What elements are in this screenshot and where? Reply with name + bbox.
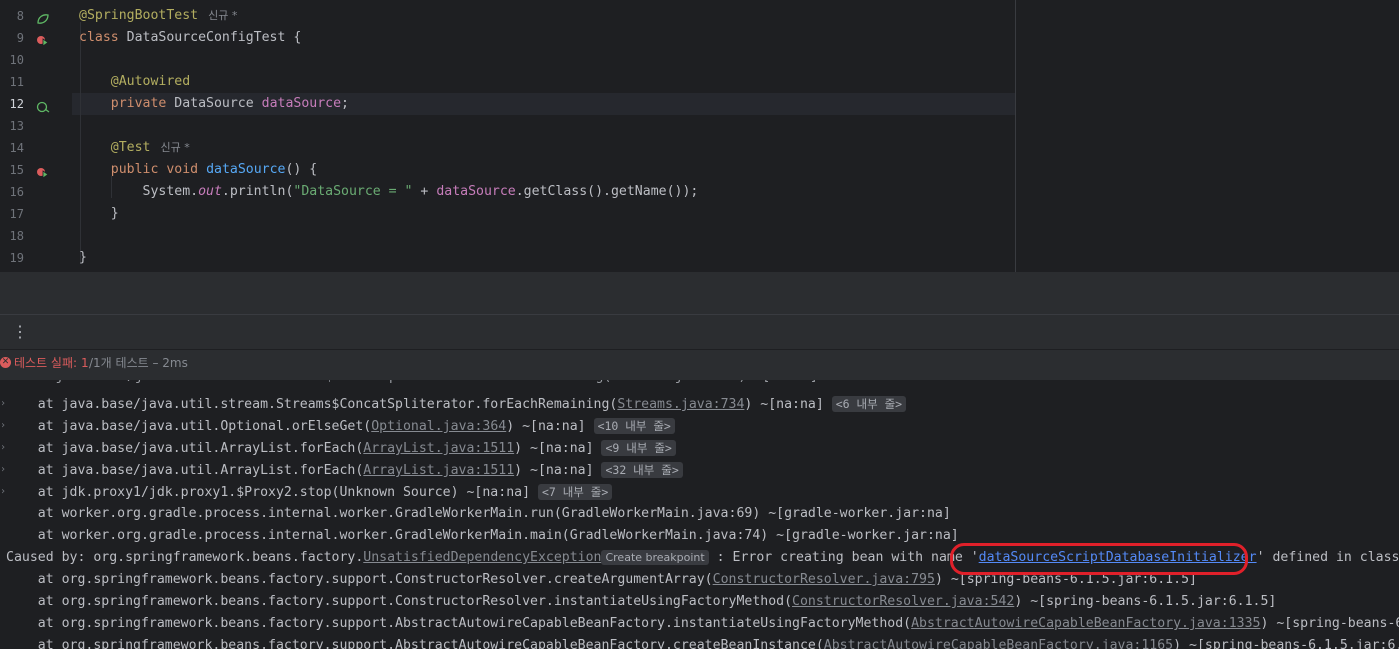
line-number: 9: [16, 31, 24, 45]
panel-divider: [0, 272, 1399, 315]
line-number: 13: [9, 119, 24, 133]
gutter-line: 18: [0, 225, 72, 247]
line-number: 11: [9, 75, 24, 89]
line-number: 17: [9, 207, 24, 221]
code-line[interactable]: @Autowired: [79, 71, 190, 93]
code-line[interactable]: public void dataSource() {: [79, 159, 317, 181]
more-options-icon[interactable]: ⋮: [12, 323, 28, 341]
console-line: at org.springframework.beans.factory.sup…: [6, 616, 1399, 631]
gutter-line: 8: [0, 5, 72, 27]
run-toolbar: ⋮: [0, 315, 1399, 349]
right-margin-guide: [1015, 0, 1016, 272]
line-number: 8: [16, 9, 24, 23]
line-number: 15: [9, 163, 24, 177]
gutter-line: 13: [0, 115, 72, 137]
gutter-line: 12: [0, 93, 72, 115]
failed-count: 1: [81, 356, 89, 370]
gutter-line: 16: [0, 181, 72, 203]
console-line-partial: at java.base/java.util.stream.Streams$Co…: [0, 380, 818, 388]
console-line: › at java.base/java.util.ArrayList.forEa…: [0, 437, 676, 459]
console-line: › at java.base/java.util.Optional.orElse…: [0, 415, 675, 437]
fold-chevron-icon[interactable]: ›: [0, 415, 8, 437]
code-line[interactable]: @SpringBootTest 신규 *: [79, 5, 237, 27]
test-status-bar: ✕ 테스트 실패: 1 /1개 테스트 – 2ms: [0, 350, 1399, 380]
bean-link-icon[interactable]: [36, 98, 50, 113]
test-failed-label: 테스트 실패:: [14, 356, 78, 370]
gutter-line: 9: [0, 27, 72, 49]
code-line[interactable]: }: [79, 203, 119, 225]
line-number: 10: [9, 53, 24, 67]
code-line[interactable]: @Test 신규 *: [79, 137, 190, 159]
gutter-line: 19: [0, 247, 72, 269]
console-line: › at jdk.proxy1/jdk.proxy1.$Proxy2.stop(…: [0, 481, 613, 503]
console-line: at worker.org.gradle.process.internal.wo…: [6, 506, 951, 521]
gutter-line: 14: [0, 137, 72, 159]
gutter-line: 17: [0, 203, 72, 225]
gutter-line: 10: [0, 49, 72, 71]
test-summary: /1개 테스트 – 2ms: [89, 356, 188, 370]
code-line[interactable]: private DataSource dataSource;: [79, 93, 349, 115]
line-number: 12: [9, 97, 24, 111]
line-number: 18: [9, 229, 24, 243]
console-line: › at java.base/java.util.stream.Streams$…: [0, 393, 907, 415]
gutter-line: 11: [0, 71, 72, 93]
line-number: 14: [9, 141, 24, 155]
fold-chevron-icon[interactable]: ›: [0, 481, 8, 503]
fold-chevron-icon[interactable]: ›: [0, 393, 8, 415]
highlight-annotation: [950, 543, 1248, 575]
run-test-icon[interactable]: [36, 32, 50, 47]
gutter-line: 15: [0, 159, 72, 181]
console-line: at org.springframework.beans.factory.sup…: [6, 594, 1277, 609]
fold-chevron-icon[interactable]: ›: [0, 437, 8, 459]
line-number: 16: [9, 185, 24, 199]
run-test-icon[interactable]: [36, 164, 50, 179]
fold-chevron-icon[interactable]: ›: [0, 459, 8, 481]
code-editor[interactable]: 8 @SpringBootTest 신규 * 9 class DataSourceCon…: [0, 0, 1399, 272]
failure-icon: ✕: [0, 357, 11, 368]
bean-icon[interactable]: [36, 10, 50, 24]
console-line: › at java.base/java.util.ArrayList.forEa…: [0, 459, 683, 481]
console-line: at org.springframework.beans.factory.sup…: [6, 638, 1399, 649]
code-line[interactable]: }: [79, 247, 87, 269]
console-output[interactable]: at java.base/java.util.stream.Streams$Co…: [0, 380, 1399, 649]
code-line[interactable]: System.out.println("DataSource = " + dat…: [79, 181, 699, 203]
console-line: at worker.org.gradle.process.internal.wo…: [6, 528, 959, 543]
line-number: 19: [9, 251, 24, 265]
code-line[interactable]: class DataSourceConfigTest {: [79, 27, 301, 49]
